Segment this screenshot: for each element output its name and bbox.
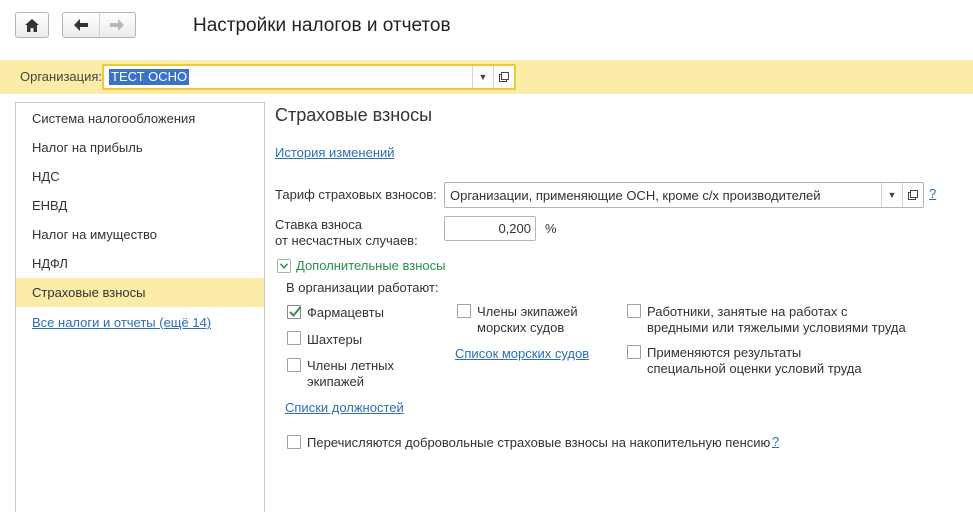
all-taxes-link[interactable]: Все налоги и отчеты (ещё 14): [16, 308, 264, 337]
accident-rate-input[interactable]: 0,200: [444, 216, 536, 241]
special-evaluation-label-line2: специальной оценки условий труда: [647, 361, 862, 376]
open-form-icon: [908, 190, 918, 200]
dropdown-arrow-icon: ▼: [478, 72, 488, 82]
sidebar-item-envd[interactable]: ЕНВД: [16, 191, 264, 220]
special-evaluation-label-line1: Применяются результаты: [647, 345, 802, 360]
checkmark-icon: [289, 306, 302, 317]
sea-crews-label-line1: Члены экипажей: [477, 304, 578, 319]
hazardous-work-label-line1: Работники, занятые на работах с: [647, 304, 848, 319]
organization-field[interactable]: ТЕСТ ОСНО ▼: [102, 64, 516, 90]
home-button[interactable]: [15, 12, 49, 38]
tariff-help-link[interactable]: ?: [929, 186, 936, 201]
arrow-left-icon: [73, 19, 88, 31]
sidebar-item-insurance[interactable]: Страховые взносы: [16, 278, 264, 307]
organization-value[interactable]: ТЕСТ ОСНО: [109, 69, 190, 85]
miners-label: Шахтеры: [307, 332, 363, 347]
sidebar-item-tax-system[interactable]: Система налогообложения: [16, 104, 264, 133]
hazardous-work-label-line2: вредными или тяжелыми условиями труда: [647, 320, 906, 335]
history-link[interactable]: История изменений: [275, 145, 395, 160]
sea-crews-checkbox[interactable]: [457, 304, 471, 318]
accident-rate-label-line1: Ставка взноса: [275, 217, 363, 232]
tariff-value: Организации, применяющие ОСН, кроме с/х …: [450, 188, 821, 203]
works-label: В организации работают:: [286, 280, 439, 295]
arrow-right-icon: [110, 19, 125, 31]
sections-sidebar: Система налогообложения Налог на прибыль…: [15, 102, 265, 512]
pharmacists-label: Фармацевты: [307, 305, 384, 320]
positions-lists-link[interactable]: Списки должностей: [285, 400, 404, 415]
sea-crews-label-line2: морских судов: [477, 320, 565, 335]
ships-list-link[interactable]: Список морских судов: [455, 346, 589, 361]
dropdown-arrow-icon: ▼: [887, 190, 897, 200]
miners-checkbox[interactable]: [287, 331, 301, 345]
flight-crews-label-line1: Члены летных: [307, 358, 394, 373]
chevron-down-icon: [277, 258, 291, 273]
tariff-label: Тариф страховых взносов:: [275, 187, 437, 202]
forward-button[interactable]: [98, 13, 135, 37]
organization-label: Организация:: [20, 69, 103, 84]
sidebar-item-vat[interactable]: НДС: [16, 162, 264, 191]
section-title: Страховые взносы: [275, 105, 433, 125]
organization-bar: Организация: ТЕСТ ОСНО ▼: [0, 60, 973, 94]
open-button[interactable]: [493, 66, 514, 88]
flight-crews-label-line2: экипажей: [307, 374, 365, 389]
history-nav: [62, 12, 136, 38]
additional-contributions-toggle[interactable]: Дополнительные взносы: [277, 258, 446, 273]
hazardous-work-checkbox[interactable]: [627, 304, 641, 318]
voluntary-contributions-label: Перечисляются добровольные страховые взн…: [307, 435, 771, 450]
special-evaluation-checkbox[interactable]: [627, 345, 641, 359]
tariff-open-button[interactable]: [902, 183, 923, 207]
tariff-dropdown-button[interactable]: ▼: [881, 183, 902, 207]
open-form-icon: [499, 72, 509, 82]
voluntary-help-link[interactable]: ?: [772, 434, 779, 449]
tariff-select[interactable]: Организации, применяющие ОСН, кроме с/х …: [444, 182, 924, 208]
dropdown-button[interactable]: ▼: [472, 66, 493, 88]
voluntary-contributions-checkbox[interactable]: [287, 435, 301, 449]
back-button[interactable]: [63, 13, 99, 37]
home-icon: [25, 18, 39, 32]
sidebar-item-profit-tax[interactable]: Налог на прибыль: [16, 133, 264, 162]
sidebar-item-ndfl[interactable]: НДФЛ: [16, 249, 264, 278]
page-title: Настройки налогов и отчетов: [193, 15, 451, 36]
accident-rate-label-line2: от несчастных случаев:: [275, 233, 418, 248]
percent-unit: %: [545, 221, 557, 236]
pharmacists-checkbox[interactable]: [287, 305, 302, 319]
flight-crews-checkbox[interactable]: [287, 358, 301, 372]
sidebar-item-property-tax[interactable]: Налог на имущество: [16, 220, 264, 249]
additional-contributions-label: Дополнительные взносы: [296, 258, 446, 273]
